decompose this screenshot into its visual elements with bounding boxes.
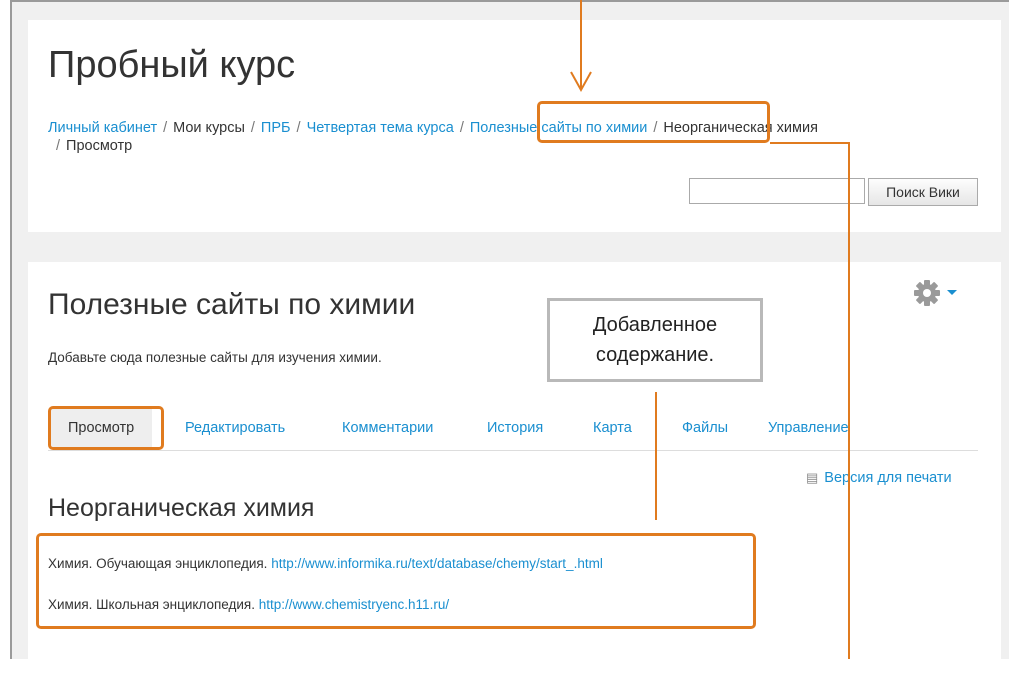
tab-edit[interactable]: Редактировать: [185, 408, 285, 448]
highlight-breadcrumb-wiki: [537, 101, 770, 143]
printer-icon: ▤: [806, 470, 819, 485]
tab-map[interactable]: Карта: [593, 408, 632, 448]
caret-down-icon: [947, 290, 957, 295]
wiki-search-button[interactable]: Поиск Вики: [868, 178, 978, 206]
tab-comments[interactable]: Комментарии: [342, 408, 433, 448]
tab-admin[interactable]: Управление: [768, 408, 849, 448]
breadcrumb-item-topic[interactable]: Четвертая тема курса: [307, 120, 454, 136]
arrow-down-icon: [570, 0, 592, 93]
breadcrumb-separator: /: [56, 138, 61, 154]
highlight-view-tab: [48, 406, 164, 450]
wiki-search-input[interactable]: [689, 178, 865, 204]
breadcrumb-line-2: / Просмотр: [56, 138, 132, 154]
breadcrumb-item-dashboard[interactable]: Личный кабинет: [48, 120, 157, 136]
settings-menu[interactable]: [910, 278, 960, 308]
annotation-callout: Добавленное содержание.: [547, 298, 763, 382]
callout-line-1: Добавленное: [592, 314, 718, 336]
callout-line-2: содержание.: [595, 344, 715, 366]
wiki-description: Добавьте сюда полезные сайты для изучени…: [48, 350, 382, 365]
print-version-label: Версия для печати: [824, 470, 952, 486]
annotation-connector: [770, 142, 850, 144]
page-heading: Неорганическая химия: [48, 494, 315, 522]
breadcrumb-item-my-courses: Мои курсы: [173, 120, 245, 136]
annotation-connector: [848, 142, 850, 659]
tab-files[interactable]: Файлы: [682, 408, 728, 448]
print-version-link[interactable]: ▤ Версия для печати: [806, 470, 952, 486]
breadcrumb-separator: /: [459, 120, 464, 136]
annotation-connector: [655, 392, 657, 520]
wiki-tabs: Просмотр Редактировать Комментарии Истор…: [48, 408, 978, 451]
highlight-added-content: [36, 533, 756, 629]
tab-history[interactable]: История: [487, 408, 543, 448]
breadcrumb: Личный кабинет / Мои курсы / ПРБ / Четвертая т…: [48, 116, 988, 140]
course-title: Пробный курс: [48, 44, 296, 86]
wiki-title: Полезные сайты по химии: [48, 288, 416, 321]
breadcrumb-item-view: Просмотр: [66, 138, 133, 154]
breadcrumb-separator: /: [250, 120, 255, 136]
breadcrumb-item-course[interactable]: ПРБ: [261, 120, 291, 136]
breadcrumb-separator: /: [163, 120, 168, 136]
breadcrumb-separator: /: [296, 120, 301, 136]
